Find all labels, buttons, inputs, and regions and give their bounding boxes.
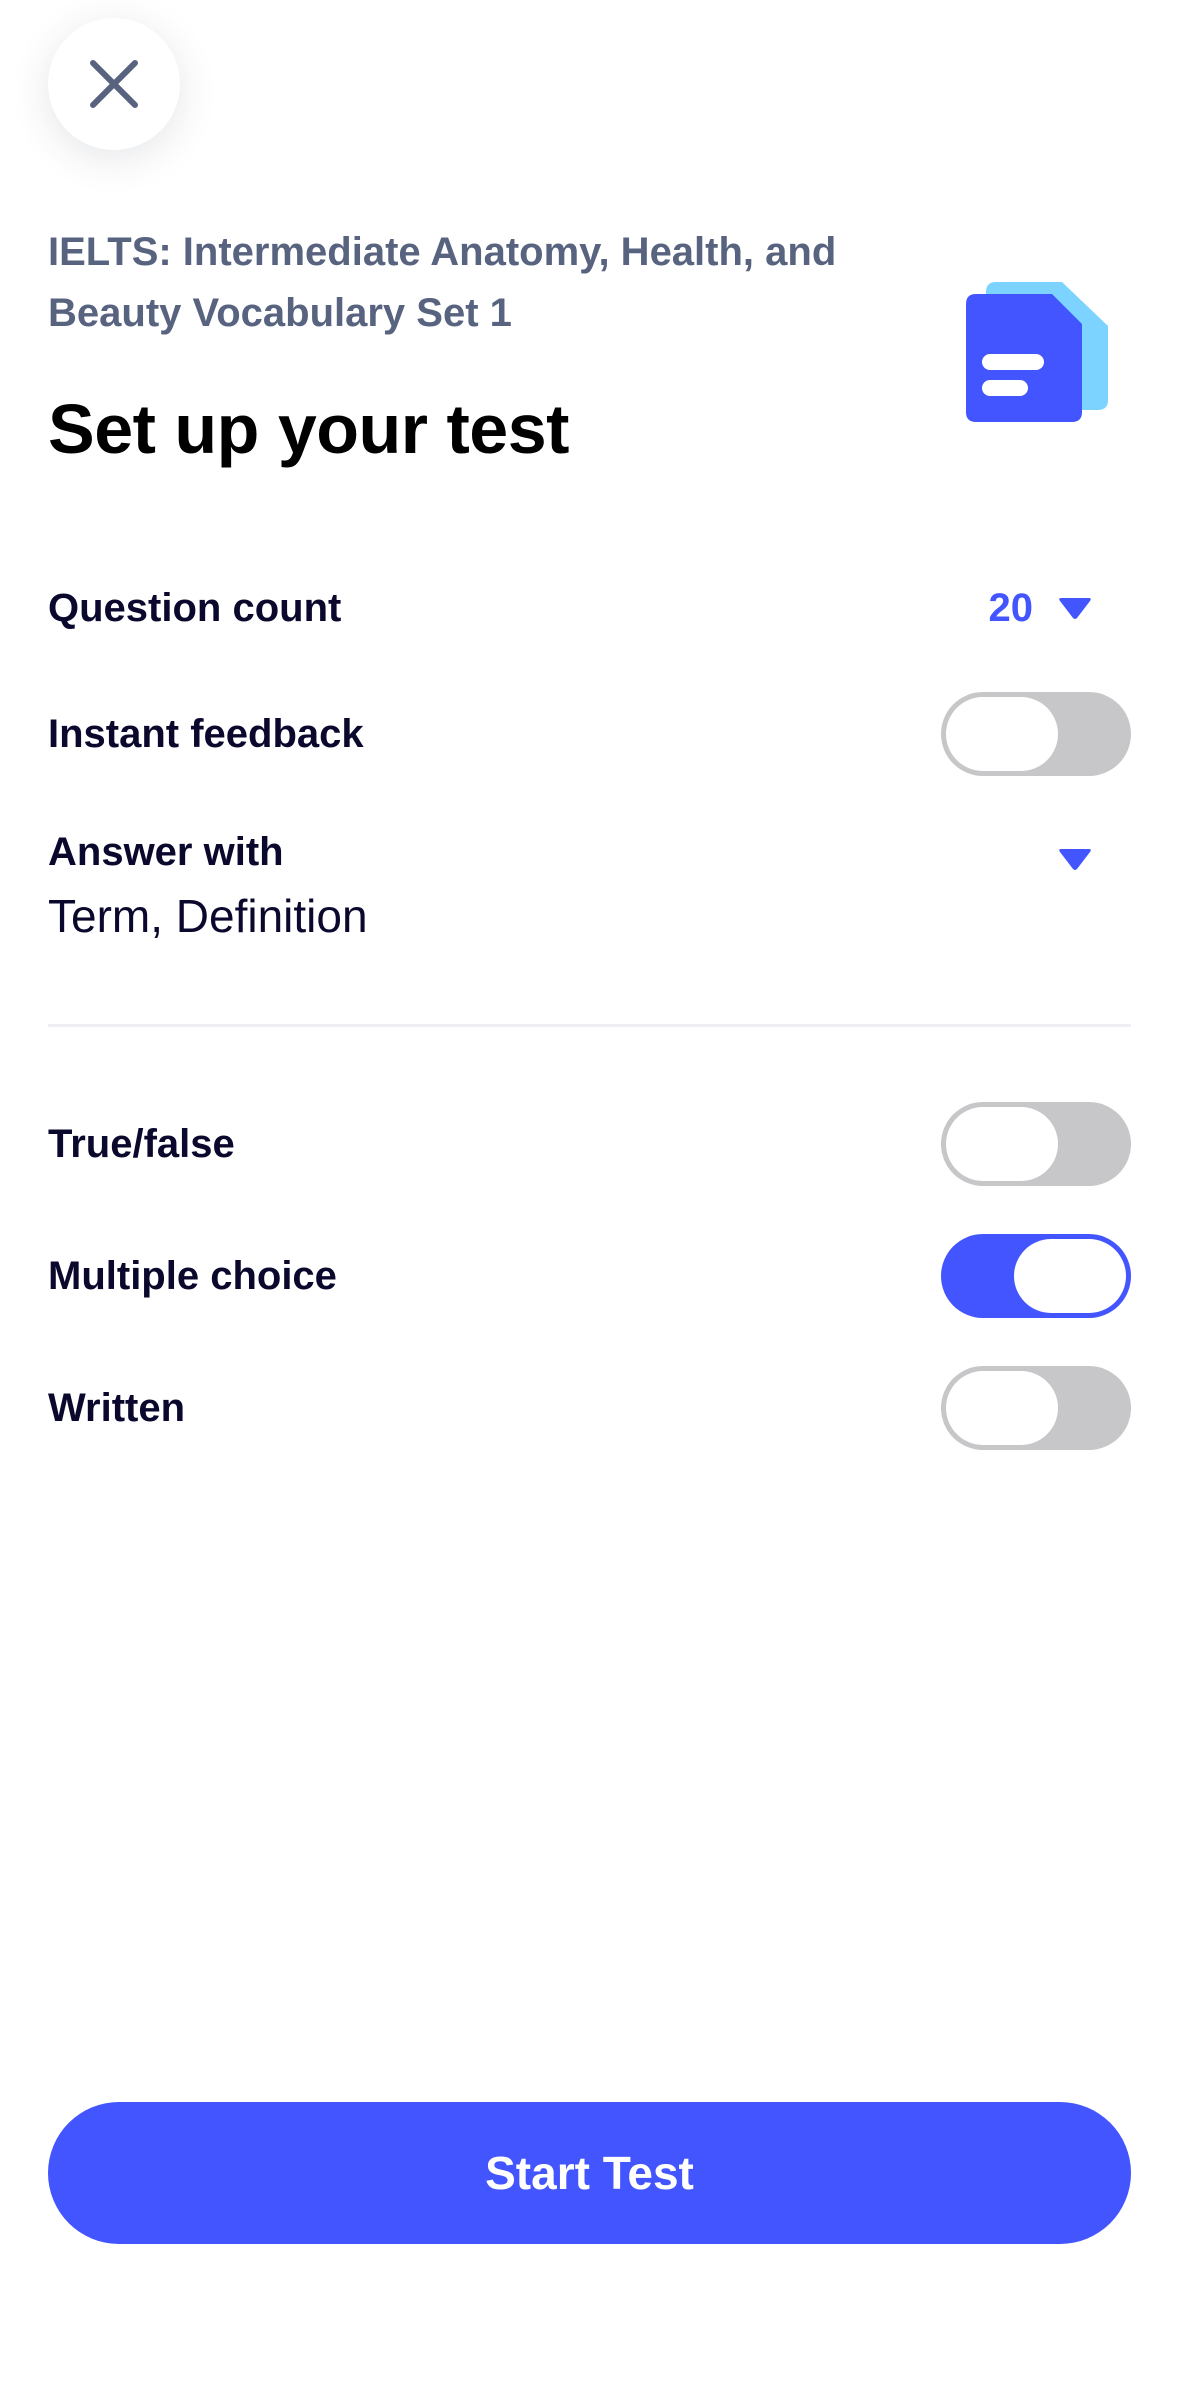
close-button[interactable] bbox=[48, 18, 180, 150]
true-false-row: True/false bbox=[48, 1102, 1131, 1186]
true-false-label: True/false bbox=[48, 1121, 235, 1166]
multiple-choice-toggle[interactable] bbox=[941, 1234, 1131, 1318]
multiple-choice-row: Multiple choice bbox=[48, 1234, 1131, 1318]
multiple-choice-label: Multiple choice bbox=[48, 1253, 337, 1298]
answer-with-label: Answer with bbox=[48, 830, 284, 874]
written-row: Written bbox=[48, 1366, 1131, 1450]
page-title: Set up your test bbox=[48, 390, 569, 468]
toggle-knob bbox=[946, 1371, 1058, 1445]
section-divider bbox=[48, 1024, 1131, 1027]
instant-feedback-toggle[interactable] bbox=[941, 692, 1131, 776]
caret-down-icon bbox=[1059, 598, 1091, 619]
toggle-knob bbox=[946, 697, 1058, 771]
answer-with-value: Term, Definition bbox=[48, 890, 368, 942]
start-test-button[interactable]: Start Test bbox=[48, 2102, 1131, 2244]
question-count-value: 20 bbox=[988, 585, 1034, 630]
written-label: Written bbox=[48, 1385, 186, 1430]
written-toggle[interactable] bbox=[941, 1366, 1131, 1450]
toggle-knob bbox=[1014, 1239, 1126, 1313]
caret-down-icon[interactable] bbox=[1057, 846, 1093, 872]
toggle-knob bbox=[946, 1107, 1058, 1181]
question-count-label: Question count bbox=[48, 585, 342, 630]
instant-feedback-label: Instant feedback bbox=[48, 711, 364, 756]
question-count-row: Question count 20 bbox=[48, 576, 1131, 640]
document-stack-icon bbox=[966, 282, 1108, 422]
close-icon bbox=[90, 60, 138, 108]
instant-feedback-row: Instant feedback bbox=[48, 692, 1131, 776]
answer-with-row[interactable]: Answer with Term, Definition bbox=[48, 830, 1131, 943]
set-title: IELTS: Intermediate Anatomy, Health, and… bbox=[48, 230, 837, 335]
question-count-dropdown[interactable]: 20 bbox=[989, 586, 1132, 631]
true-false-toggle[interactable] bbox=[941, 1102, 1131, 1186]
